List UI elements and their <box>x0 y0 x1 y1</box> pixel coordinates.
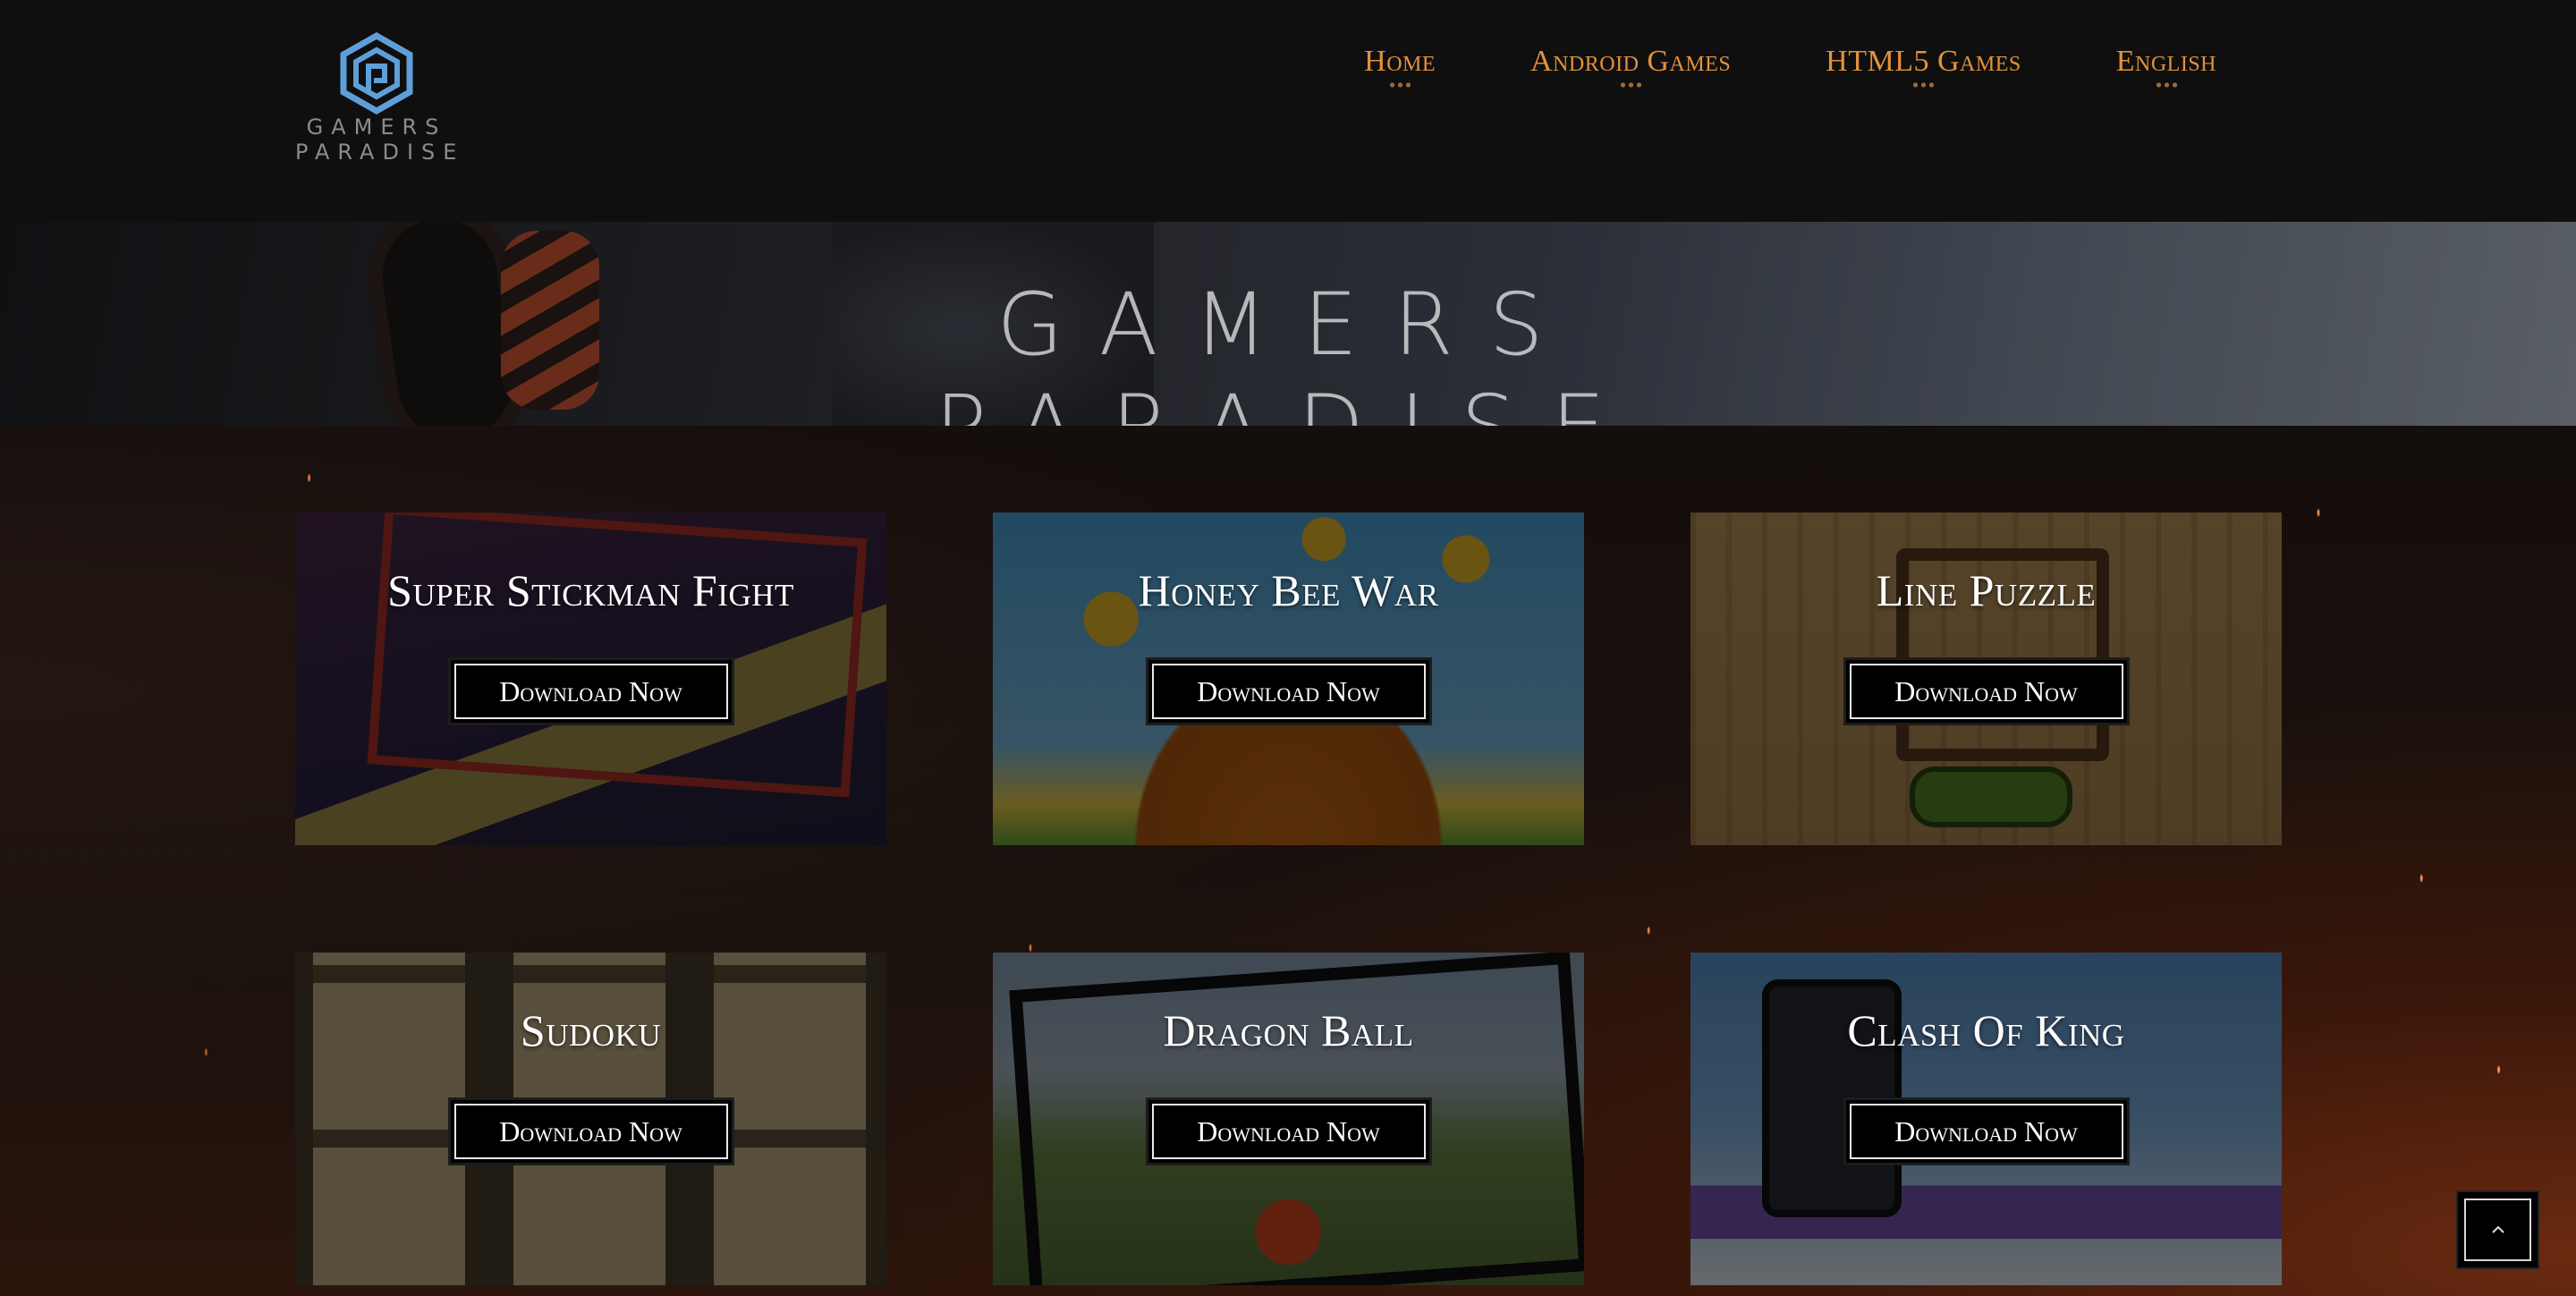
nav-android-games-label: Android Games <box>1530 45 1732 78</box>
game-card-honey-bee-war: Honey Bee War Download Now <box>993 512 1584 845</box>
hero-title-line2: PARADISE <box>0 376 2576 426</box>
nav-home[interactable]: Home <box>1364 45 1436 107</box>
nav-language-label: English <box>2115 45 2216 78</box>
game-title: Sudoku <box>520 1005 662 1055</box>
hero-title: GAMERS PARADISE <box>0 274 2576 426</box>
download-now-button[interactable]: Download Now <box>1843 657 2130 725</box>
download-now-button[interactable]: Download Now <box>447 1097 734 1165</box>
nav-home-label: Home <box>1364 45 1436 78</box>
nav-html5-games[interactable]: HTML5 Games <box>1826 45 2021 107</box>
hexagon-spiral-logo-icon <box>340 32 413 114</box>
game-title: Clash Of King <box>1847 1005 2125 1055</box>
game-card-super-stickman-fight: Super Stickman Fight Download Now <box>295 512 886 845</box>
game-card-line-puzzle: Line Puzzle Download Now <box>1690 512 2282 845</box>
game-card-sudoku: Sudoku Download Now <box>295 953 886 1285</box>
main-nav: Home Android Games HTML5 Games English <box>1364 45 2216 107</box>
site-header: GAMERS PARADISE Home Android Games HTML5… <box>0 0 2576 222</box>
game-title: Super Stickman Fight <box>387 565 794 615</box>
game-card-dragon-ball: Dragon Ball Download Now <box>993 953 1584 1285</box>
game-title: Line Puzzle <box>1876 565 2097 615</box>
site-logo[interactable]: GAMERS PARADISE <box>295 32 458 181</box>
logo-text-line1: GAMERS <box>306 114 447 140</box>
game-title: Dragon Ball <box>1163 1005 1414 1055</box>
games-section: Super Stickman Fight Download Now Honey … <box>0 426 2576 1296</box>
hero-banner: GAMERS PARADISE <box>0 222 2576 426</box>
back-to-top-button[interactable] <box>2456 1190 2539 1269</box>
dots-icon <box>2154 82 2178 88</box>
dots-icon <box>1388 82 1412 88</box>
hero-title-line1: GAMERS <box>996 275 1580 375</box>
game-card-clash-of-king: Clash Of King Download Now <box>1690 953 2282 1285</box>
download-now-button[interactable]: Download Now <box>1145 1097 1432 1165</box>
nav-html5-games-label: HTML5 Games <box>1826 45 2021 78</box>
nav-language[interactable]: English <box>2116 45 2216 107</box>
logo-text-line2: PARADISE <box>295 140 465 165</box>
download-now-button[interactable]: Download Now <box>1145 657 1432 725</box>
chevron-up-icon <box>2491 1225 2504 1233</box>
download-now-button[interactable]: Download Now <box>447 657 734 725</box>
game-title: Honey Bee War <box>1138 565 1439 615</box>
dots-icon <box>1911 82 1936 88</box>
download-now-button[interactable]: Download Now <box>1843 1097 2130 1165</box>
nav-android-games[interactable]: Android Games <box>1530 45 1731 107</box>
dots-icon <box>1619 82 1643 88</box>
